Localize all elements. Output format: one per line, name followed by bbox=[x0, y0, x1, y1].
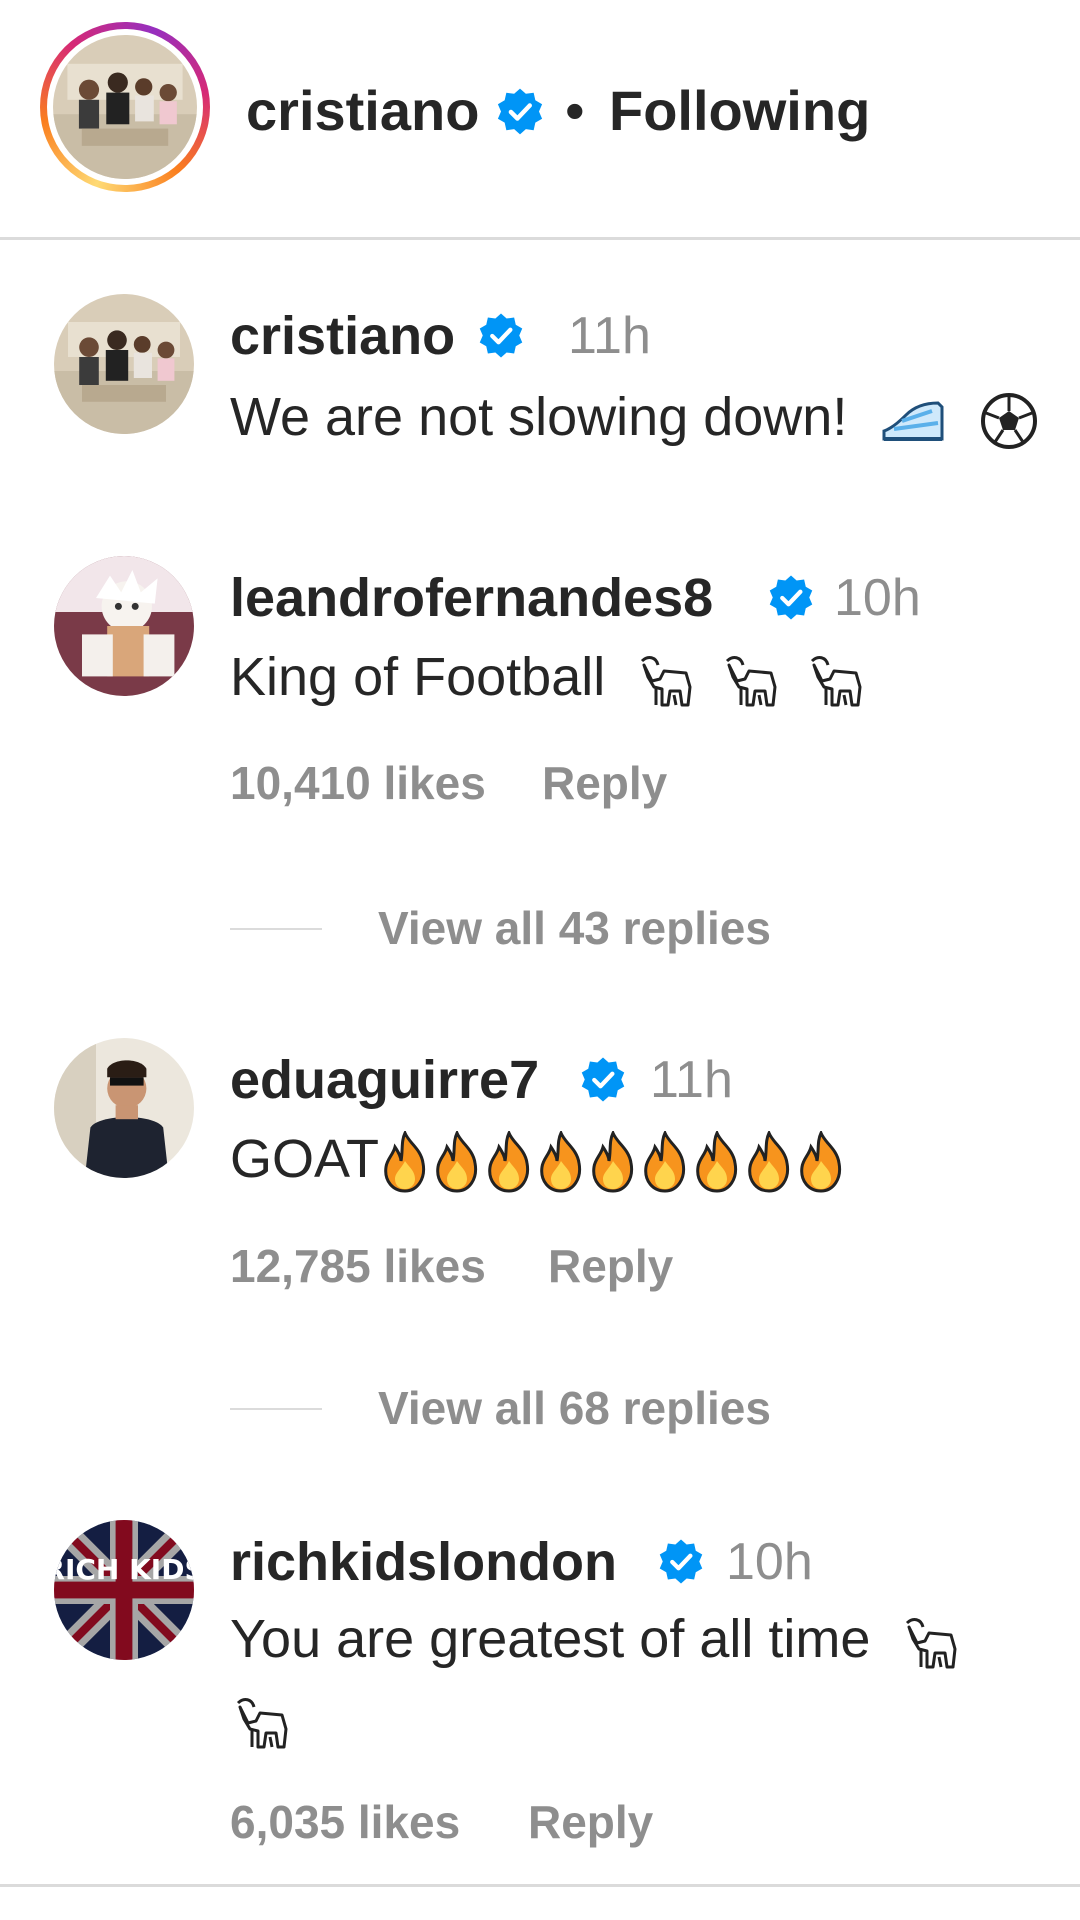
verified-badge-icon bbox=[656, 1537, 706, 1587]
likes-count[interactable]: 6,035 likes bbox=[230, 1794, 460, 1850]
likes-count[interactable]: 10,410 likes bbox=[230, 755, 486, 811]
view-replies-button[interactable]: View all 43 replies bbox=[230, 900, 930, 956]
fire-emoji bbox=[431, 1130, 483, 1195]
avatar[interactable] bbox=[54, 1038, 194, 1178]
comment-time: 11h bbox=[568, 307, 651, 365]
avatar[interactable] bbox=[54, 556, 194, 696]
comment-text-content: King of Football bbox=[230, 647, 606, 707]
avatar-badge-text: RICH KIDS bbox=[54, 1553, 194, 1586]
goat-emoji bbox=[804, 651, 866, 711]
reply-button[interactable]: Reply bbox=[528, 1794, 653, 1850]
comment-time: 10h bbox=[834, 569, 921, 627]
post-header: cristiano • Following bbox=[0, 0, 1080, 240]
fire-emoji bbox=[691, 1130, 743, 1195]
avatar[interactable] bbox=[53, 35, 197, 179]
story-ring[interactable] bbox=[40, 22, 210, 192]
following-button[interactable]: Following bbox=[609, 78, 870, 144]
reply-button[interactable]: Reply bbox=[542, 755, 667, 811]
fire-emoji bbox=[535, 1130, 587, 1195]
verified-badge-icon bbox=[578, 1055, 628, 1105]
comment-username[interactable]: richkidslondon bbox=[230, 1530, 617, 1594]
view-replies-label[interactable]: View all 43 replies bbox=[378, 900, 771, 956]
fire-emoji bbox=[743, 1130, 795, 1195]
divider-line bbox=[230, 928, 322, 930]
header-username[interactable]: cristiano bbox=[246, 78, 479, 144]
comment-text: King of Football bbox=[230, 638, 866, 716]
goat-emoji bbox=[634, 651, 696, 711]
comment-text-content: We are not slowing down! bbox=[230, 387, 848, 447]
avatar[interactable]: RICH KIDS bbox=[54, 1520, 194, 1660]
goat-emoji bbox=[230, 1693, 292, 1753]
comment-username[interactable]: eduaguirre7 bbox=[230, 1048, 539, 1112]
comment-text-content: GOAT bbox=[230, 1129, 380, 1189]
divider-line bbox=[230, 1408, 322, 1410]
avatar[interactable] bbox=[54, 294, 194, 434]
goat-emoji bbox=[719, 651, 781, 711]
running-shoe-emoji bbox=[880, 393, 946, 449]
verified-badge-icon bbox=[494, 86, 546, 138]
view-replies-label[interactable]: View all 68 replies bbox=[378, 1380, 771, 1436]
fire-emoji bbox=[379, 1130, 431, 1195]
comment-username[interactable]: leandrofernandes8 bbox=[230, 566, 713, 630]
view-replies-button[interactable]: View all 68 replies bbox=[230, 1380, 930, 1436]
fire-emoji bbox=[639, 1130, 691, 1195]
comment-text: GOAT bbox=[230, 1120, 847, 1198]
bottom-divider bbox=[0, 1884, 1080, 1887]
comment-text-line2 bbox=[230, 1680, 292, 1758]
comment-time: 10h bbox=[726, 1533, 813, 1591]
comment-username[interactable]: cristiano bbox=[230, 304, 455, 368]
reply-button[interactable]: Reply bbox=[548, 1238, 673, 1294]
goat-emoji bbox=[899, 1613, 961, 1673]
fire-emoji bbox=[587, 1130, 639, 1195]
header-separator: • bbox=[565, 79, 585, 142]
verified-badge-icon bbox=[766, 573, 816, 623]
fire-emoji-row bbox=[379, 1129, 847, 1193]
comment-text-content: You are greatest of all time bbox=[230, 1609, 871, 1669]
soccer-ball-emoji bbox=[979, 391, 1039, 451]
fire-emoji bbox=[795, 1130, 847, 1195]
likes-count[interactable]: 12,785 likes bbox=[230, 1238, 486, 1294]
fire-emoji bbox=[483, 1130, 535, 1195]
comment-time: 11h bbox=[650, 1051, 733, 1109]
comment-text: We are not slowing down! bbox=[230, 378, 1039, 456]
comment-text: You are greatest of all time bbox=[230, 1600, 961, 1678]
verified-badge-icon bbox=[476, 311, 526, 361]
